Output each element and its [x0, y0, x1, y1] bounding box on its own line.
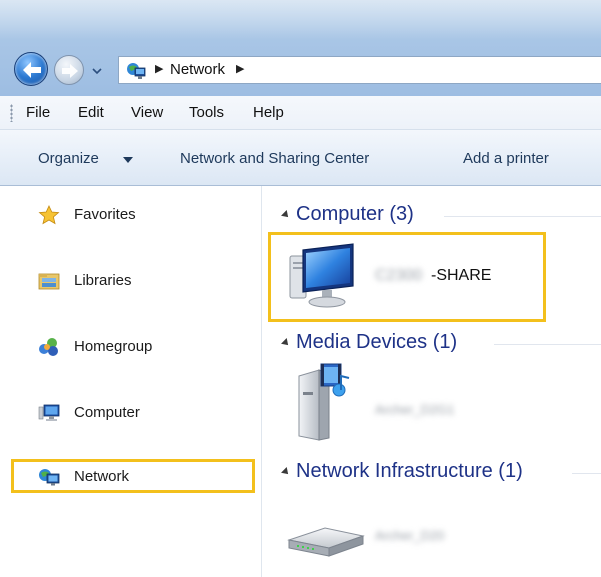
- breadcrumb-separator-icon[interactable]: ▶: [236, 62, 244, 75]
- menu-edit[interactable]: Edit: [78, 104, 104, 121]
- nav-network-highlight-frame: [11, 459, 255, 493]
- nav-item-label: Libraries: [74, 272, 132, 289]
- star-icon: [38, 205, 60, 225]
- router-icon: [287, 527, 365, 557]
- navigation-pane: [0, 186, 262, 577]
- nav-item-label: Homegroup: [74, 338, 153, 355]
- nav-item-favorites[interactable]: Favorites: [38, 202, 248, 228]
- group-title: Computer (3): [296, 203, 414, 225]
- recent-pages-chevron-icon: [92, 68, 102, 75]
- collapse-triangle-icon[interactable]: [281, 210, 291, 220]
- group-header-network-infrastructure[interactable]: Network Infrastructure (1): [281, 460, 601, 486]
- group-divider: [444, 216, 601, 217]
- address-bar[interactable]: ▶ Network ▶: [118, 56, 601, 84]
- nav-item-libraries[interactable]: Libraries: [38, 268, 248, 294]
- computer-icon: [38, 404, 60, 421]
- menu-bar: File Edit View Tools Help: [0, 96, 601, 130]
- group-divider: [494, 344, 601, 345]
- device-router[interactable]: Archer_D20: [285, 510, 535, 570]
- group-divider: [572, 473, 601, 474]
- group-title: Network Infrastructure (1): [296, 460, 523, 482]
- media-device-icon: [298, 363, 350, 441]
- device-computer-share[interactable]: C2300 -SHARE: [285, 238, 535, 314]
- network-icon: [127, 63, 146, 79]
- menu-tools[interactable]: Tools: [189, 104, 224, 121]
- organize-button[interactable]: Organize: [38, 150, 99, 167]
- menu-view[interactable]: View: [131, 104, 163, 121]
- breadcrumb-network[interactable]: Network: [170, 61, 225, 78]
- collapse-triangle-icon[interactable]: [281, 338, 291, 348]
- device-name-blurred: Archer_D2G1: [375, 402, 455, 417]
- titlebar-glow: [0, 0, 601, 40]
- group-header-computer[interactable]: Computer (3): [281, 203, 601, 229]
- device-name-suffix: -SHARE: [431, 267, 492, 284]
- back-arrow-icon: [23, 62, 41, 78]
- nav-item-label: Favorites: [74, 206, 136, 223]
- nav-item-computer[interactable]: Computer: [38, 400, 248, 426]
- device-name-blurred: Archer_D20: [375, 528, 445, 543]
- menu-file[interactable]: File: [26, 104, 50, 121]
- nav-item-label: Computer: [74, 404, 140, 421]
- menu-help[interactable]: Help: [253, 104, 284, 121]
- homegroup-icon: [39, 338, 58, 356]
- breadcrumb-separator-icon[interactable]: ▶: [155, 62, 163, 75]
- chevron-down-icon[interactable]: [123, 157, 133, 163]
- add-printer-button[interactable]: Add a printer: [463, 150, 549, 167]
- menu-grip: [10, 104, 13, 122]
- window-titlebar: ▶ Network ▶: [0, 0, 601, 96]
- recent-pages-button[interactable]: [90, 64, 104, 78]
- computer-monitor-icon: [289, 243, 354, 308]
- collapse-triangle-icon[interactable]: [281, 467, 291, 477]
- group-title: Media Devices (1): [296, 331, 458, 353]
- nav-item-homegroup[interactable]: Homegroup: [38, 334, 248, 360]
- back-button[interactable]: [14, 52, 48, 86]
- network-sharing-center-button[interactable]: Network and Sharing Center: [180, 150, 369, 167]
- device-media[interactable]: Archer_D2G1: [285, 362, 535, 446]
- group-header-media-devices[interactable]: Media Devices (1): [281, 331, 601, 357]
- command-bar: Organize Network and Sharing Center Add …: [0, 130, 601, 186]
- forward-arrow-icon: [62, 64, 78, 78]
- forward-button[interactable]: [54, 55, 84, 85]
- libraries-icon: [38, 273, 60, 290]
- device-name-blurred: C2300: [375, 267, 423, 284]
